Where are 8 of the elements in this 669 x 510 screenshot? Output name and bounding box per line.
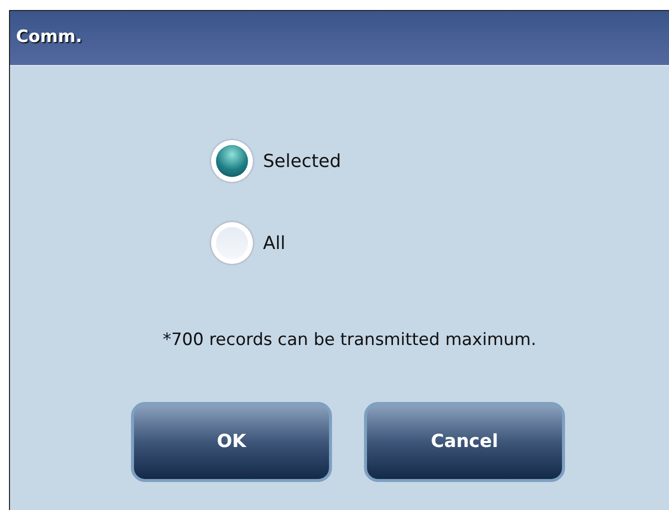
note-text: *700 records can be transmitted maximum.: [162, 329, 536, 352]
radio-button[interactable]: [211, 222, 253, 264]
window-title: Comm.: [16, 26, 82, 50]
option-label: All: [263, 232, 286, 256]
ok-button[interactable]: OK: [131, 402, 332, 482]
radio-button[interactable]: [211, 140, 253, 182]
cancel-button[interactable]: Cancel: [364, 402, 565, 482]
option-label: Selected: [263, 150, 342, 174]
